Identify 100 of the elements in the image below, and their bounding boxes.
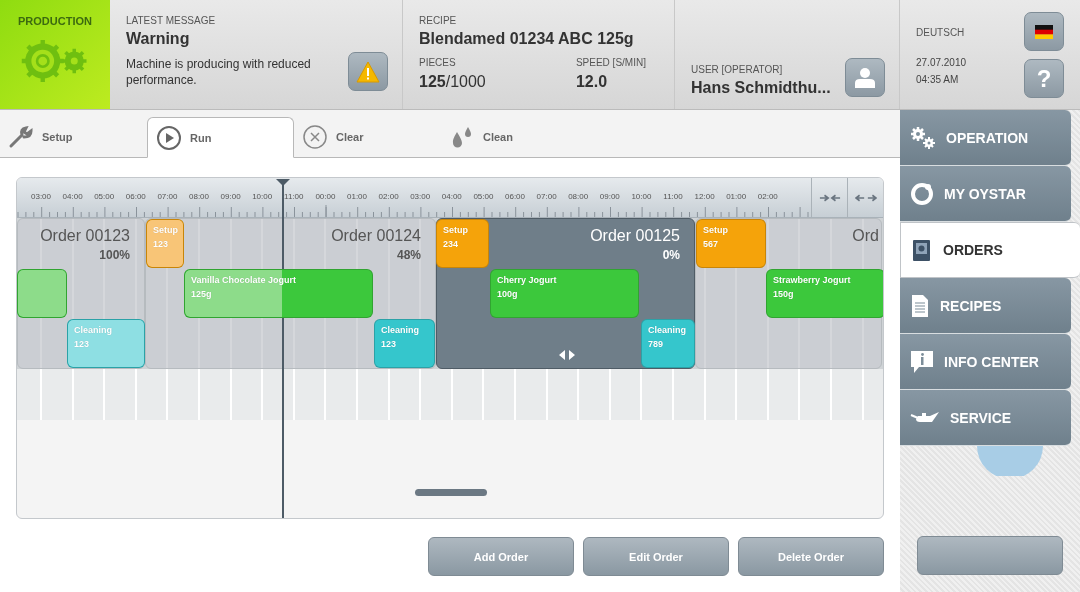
move-handle-icon[interactable] (559, 350, 575, 360)
block-amount: 234 (443, 239, 460, 249)
flag-icon (1035, 24, 1053, 39)
clear-icon (302, 123, 328, 150)
time-text: 04:35 AM (916, 73, 960, 87)
hour-label: 11:00 (662, 192, 684, 201)
block-name: Setup (153, 225, 177, 235)
pieces-label: PIECES (419, 57, 457, 68)
hour-label: 11:00 (283, 192, 305, 201)
order-progress: 0% (662, 248, 680, 262)
block-name: Setup (703, 225, 729, 235)
hour-label: 07:00 (156, 192, 179, 201)
message-text: Machine is producing with reduced performance. (126, 55, 312, 88)
block-name: Setup (443, 225, 469, 235)
user-icon (853, 66, 877, 89)
info-icon (910, 348, 934, 375)
action-button[interactable]: Delete Order (738, 537, 884, 576)
gears-icon (910, 125, 936, 150)
recipe-name: Blendamed 01234 ABC 125g (419, 30, 635, 48)
language-button[interactable] (1024, 12, 1064, 51)
clipboard-icon (911, 238, 933, 262)
language-label: DEUTSCH (916, 27, 966, 38)
hour-label: 06:00 (124, 192, 147, 201)
arrows-outward-icon (854, 192, 877, 203)
sidebar-item[interactable]: SERVICE (900, 390, 1071, 446)
hour-label: 04:00 (440, 192, 463, 201)
setup-block[interactable]: Setup 567 (696, 219, 766, 268)
decoration-drawing (975, 446, 1045, 476)
hour-label: 02:00 (756, 192, 779, 201)
date-text: 27.07.2010 (916, 56, 967, 70)
hour-label: 08:00 (188, 192, 210, 201)
block-amount: 123 (381, 339, 398, 349)
tab[interactable]: Run (147, 117, 294, 158)
setup-block[interactable]: Setup 234 (436, 219, 489, 268)
order-title: Ord (852, 227, 879, 245)
action-button[interactable]: Edit Order (583, 537, 729, 576)
order-title: Order 00125 (590, 227, 680, 245)
tab[interactable]: Setup (0, 117, 147, 157)
ring-icon (910, 181, 934, 206)
block-amount: 100g (497, 289, 519, 299)
product-block[interactable] (17, 269, 67, 318)
block-amount: 567 (703, 239, 720, 249)
hour-label: 02:00 (377, 192, 400, 201)
production-label: PRODUCTION (18, 15, 92, 27)
block-amount: 123 (153, 239, 170, 249)
sidebar-item[interactable]: OPERATION (900, 110, 1071, 166)
scroll-handle[interactable] (415, 489, 487, 496)
hour-label: 03:00 (30, 192, 52, 201)
wrench-icon (8, 124, 34, 149)
message-label: LATEST MESSAGE (126, 15, 217, 26)
hour-label: 10:00 (630, 192, 653, 201)
block-name: Cleaning (74, 325, 113, 335)
arrows-inward-icon (818, 192, 841, 203)
hour-label: 10:00 (251, 192, 274, 201)
block-amount: 123 (74, 339, 91, 349)
hour-label: 03:00 (409, 192, 432, 201)
hour-label: 12:00 (693, 192, 716, 201)
order-progress: 100% (99, 248, 130, 262)
hour-label: 05:00 (93, 192, 116, 201)
warning-button[interactable] (348, 52, 388, 91)
sidebar-item[interactable]: INFO CENTER (900, 334, 1071, 390)
block-name: Strawberry Jogurt (773, 275, 852, 285)
hour-label: 00:00 (314, 192, 337, 201)
block-name: Cherry Jogurt (497, 275, 558, 285)
product-block[interactable]: Cherry Jogurt 100g (490, 269, 639, 318)
order-progress: 48% (396, 248, 421, 262)
recipe-label: RECIPE (419, 15, 458, 26)
tab[interactable]: Clean (441, 117, 588, 157)
hour-label: 09:00 (598, 192, 621, 201)
pieces-value: 125/1000 (419, 73, 487, 91)
sidebar-item[interactable]: RECIPES (900, 278, 1071, 334)
user-button[interactable] (845, 58, 885, 97)
hour-label: 05:00 (472, 192, 495, 201)
block-name: Vanilla Chocolate Jogurt (191, 275, 298, 285)
tab[interactable]: Clear (294, 117, 441, 157)
sidebar-item[interactable]: ORDERS (900, 222, 1080, 278)
user-label: USER [OPERATOR] (691, 64, 784, 75)
hour-label: 04:00 (61, 192, 84, 201)
hour-label: 08:00 (567, 192, 590, 201)
hour-label: 07:00 (535, 192, 558, 201)
block-amount: 789 (648, 339, 665, 349)
help-button[interactable]: ? (1024, 59, 1064, 98)
order-title: Order 00124 (331, 227, 421, 245)
gears-icon (20, 39, 90, 83)
cleaning-block[interactable]: Cleaning 123 (374, 319, 435, 368)
speed-value: 12.0 (575, 73, 609, 91)
cleaning-block[interactable]: Cleaning 789 (641, 319, 695, 368)
message-title: Warning (126, 30, 191, 48)
hour-label: 01:00 (725, 192, 748, 201)
order-title: Order 00123 (40, 227, 130, 245)
action-button[interactable]: Add Order (428, 537, 574, 576)
hour-label: 01:00 (346, 192, 368, 201)
action-button[interactable] (917, 536, 1063, 575)
sidebar-item[interactable]: MY OYSTAR (900, 166, 1071, 222)
product-block[interactable]: Strawberry Jogurt 150g (766, 269, 883, 318)
user-name: Hans Schmidthu... (691, 79, 831, 97)
block-name: Cleaning (648, 325, 687, 335)
speed-label: SPEED [S/MIN] (575, 57, 647, 68)
warning-icon (356, 60, 380, 83)
play-icon (156, 124, 182, 151)
